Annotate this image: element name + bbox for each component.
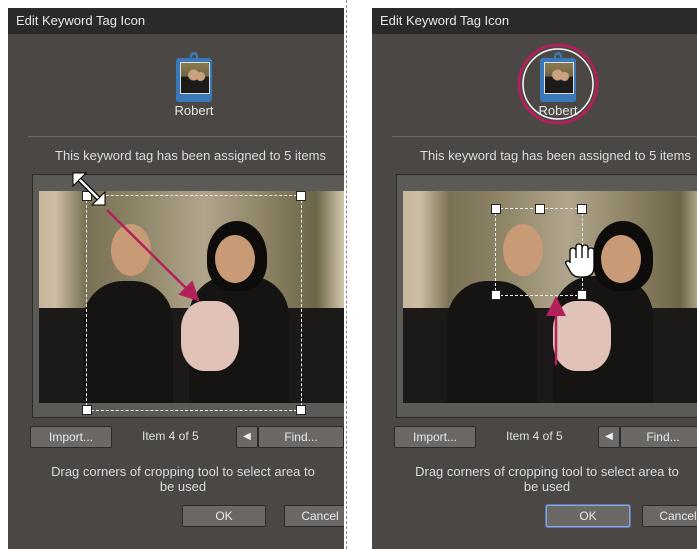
instruction-line-2: be used	[523, 479, 571, 494]
item-counter: Item 4 of 5	[142, 429, 199, 443]
crop-handle-bottom-right[interactable]	[296, 405, 306, 415]
cancel-button[interactable]: Cancel	[284, 505, 344, 527]
import-button[interactable]: Import...	[30, 426, 112, 448]
crop-handle-top-right[interactable]	[296, 191, 306, 201]
divider	[392, 136, 697, 137]
dialog-left: Edit Keyword Tag Icon Robert This keywor…	[8, 8, 344, 549]
assigned-message: This keyword tag has been assigned to 5 …	[420, 148, 691, 163]
instruction-line-2: be used	[159, 479, 207, 494]
dialog-title: Edit Keyword Tag Icon	[8, 8, 344, 34]
photo-frame	[32, 174, 344, 418]
crop-handle-bottom-left[interactable]	[82, 405, 92, 415]
dialog-right: Edit Keyword Tag Icon Robert This keywor…	[372, 8, 697, 549]
instruction-text: Drag corners of cropping tool to select …	[8, 464, 344, 494]
crop-rectangle[interactable]	[82, 191, 306, 415]
find-button[interactable]: Find...	[620, 426, 697, 448]
panel-separator	[346, 0, 347, 549]
tag-name-label: Robert	[174, 103, 214, 118]
keyword-tag-icon	[176, 52, 212, 102]
crop-rectangle[interactable]	[491, 204, 587, 300]
instruction-line-1: Drag corners of cropping tool to select …	[51, 464, 315, 479]
dialog-title: Edit Keyword Tag Icon	[372, 8, 697, 34]
instruction-line-1: Drag corners of cropping tool to select …	[415, 464, 679, 479]
ok-button[interactable]: OK	[546, 505, 630, 527]
import-button[interactable]: Import...	[394, 426, 476, 448]
photo-frame	[396, 174, 697, 418]
crop-handle-bottom-left[interactable]	[491, 290, 501, 300]
crop-handle-top-middle[interactable]	[535, 204, 545, 214]
previous-button[interactable]: ◀	[598, 426, 620, 448]
ok-button[interactable]: OK	[182, 505, 266, 527]
triangle-left-icon: ◀	[605, 431, 613, 442]
crop-handle-top-left[interactable]	[491, 204, 501, 214]
divider	[28, 136, 344, 137]
previous-button[interactable]: ◀	[236, 426, 258, 448]
cancel-button[interactable]: Cancel	[642, 505, 697, 527]
find-button[interactable]: Find...	[258, 426, 344, 448]
instruction-text: Drag corners of cropping tool to select …	[372, 464, 697, 494]
assigned-message: This keyword tag has been assigned to 5 …	[55, 148, 326, 163]
keyword-tag-icon	[540, 52, 576, 102]
crop-handle-top-right[interactable]	[577, 204, 587, 214]
item-counter: Item 4 of 5	[506, 429, 563, 443]
crop-handle-bottom-right[interactable]	[577, 290, 587, 300]
tag-name-label: Robert	[538, 103, 578, 118]
triangle-left-icon: ◀	[243, 431, 251, 442]
crop-handle-top-left[interactable]	[82, 191, 92, 201]
